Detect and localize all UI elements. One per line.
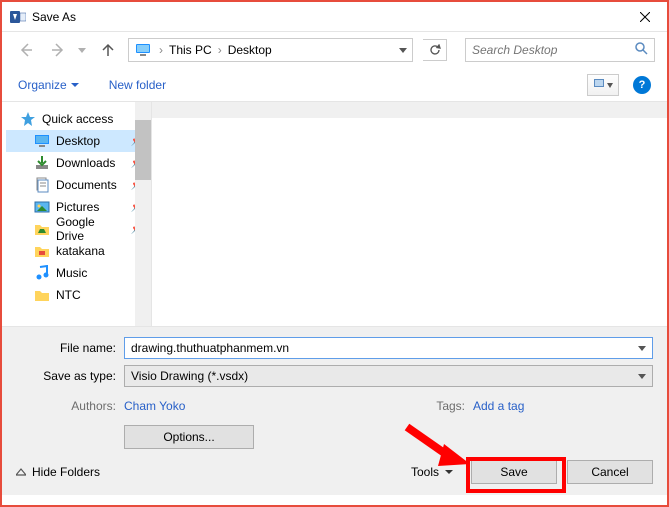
nav-back-button[interactable]	[14, 38, 38, 62]
visio-app-icon	[10, 9, 26, 25]
content-area: Quick access Desktop📌Downloads📌Documents…	[2, 102, 667, 326]
downloads-icon	[34, 155, 50, 171]
tree-item-ntc[interactable]: NTC	[6, 284, 147, 306]
authors-value[interactable]: Cham Yoko	[124, 399, 185, 413]
options-button[interactable]: Options...	[124, 425, 254, 449]
filename-input[interactable]	[131, 341, 638, 355]
tree-item-label: Downloads	[56, 156, 115, 170]
pictures-icon	[34, 199, 50, 215]
form-area: File name: Save as type: Visio Drawing (…	[2, 326, 667, 449]
type-label: Save as type:	[16, 369, 124, 383]
folder-k-icon	[34, 243, 50, 259]
folder-icon	[34, 287, 50, 303]
cancel-button[interactable]: Cancel	[567, 460, 653, 484]
nav-tree: Quick access Desktop📌Downloads📌Documents…	[2, 102, 152, 326]
star-icon	[20, 111, 36, 127]
new-folder-button[interactable]: New folder	[109, 78, 166, 92]
nav-history-dropdown[interactable]	[78, 43, 86, 57]
view-options-button[interactable]	[587, 74, 619, 96]
file-list[interactable]	[152, 102, 667, 326]
tags-value[interactable]: Add a tag	[473, 399, 653, 413]
tree-item-music[interactable]: Music	[6, 262, 147, 284]
tree-item-katakana[interactable]: katakana	[6, 240, 147, 262]
breadcrumb-current[interactable]: Desktop	[224, 39, 276, 61]
type-field[interactable]: Visio Drawing (*.vsdx)	[124, 365, 653, 387]
breadcrumb-root[interactable]: This PC	[165, 39, 216, 61]
nav-up-button[interactable]	[96, 38, 120, 62]
tree-item-label: Documents	[56, 178, 117, 192]
toolbar: Organize New folder ?	[2, 68, 667, 102]
nav-forward-button[interactable]	[46, 38, 70, 62]
tree-item-desktop[interactable]: Desktop📌	[6, 130, 147, 152]
organize-menu[interactable]: Organize	[18, 78, 79, 92]
search-input[interactable]	[472, 43, 631, 57]
tree-scrollbar[interactable]	[135, 102, 151, 326]
type-value: Visio Drawing (*.vsdx)	[131, 369, 248, 383]
documents-icon	[34, 177, 50, 193]
filename-dropdown[interactable]	[638, 341, 646, 355]
tools-menu[interactable]: Tools	[411, 465, 453, 479]
search-box[interactable]	[465, 38, 655, 62]
chevron-right-icon: ›	[157, 43, 165, 57]
hide-folders-button[interactable]: Hide Folders	[16, 465, 100, 479]
tree-item-label: Music	[56, 266, 87, 280]
desktop-icon	[34, 133, 50, 149]
chevron-right-icon: ›	[216, 43, 224, 57]
help-button[interactable]: ?	[633, 76, 651, 94]
address-bar[interactable]: › This PC › Desktop	[128, 38, 413, 62]
type-dropdown[interactable]	[638, 369, 646, 383]
titlebar: Save As	[2, 2, 667, 32]
filename-field[interactable]	[124, 337, 653, 359]
tree-quick-access[interactable]: Quick access	[20, 108, 147, 130]
tree-item-label: Desktop	[56, 134, 100, 148]
close-button[interactable]	[625, 3, 665, 31]
tree-item-google-drive[interactable]: Google Drive📌	[6, 218, 147, 240]
address-dropdown[interactable]	[394, 39, 412, 61]
folder-gd-icon	[34, 221, 50, 237]
search-icon	[635, 42, 648, 58]
thispc-icon	[135, 42, 151, 58]
authors-label: Authors:	[16, 399, 124, 413]
tree-item-label: katakana	[56, 244, 105, 258]
tree-item-documents[interactable]: Documents📌	[6, 174, 147, 196]
window-title: Save As	[32, 10, 625, 24]
save-button[interactable]: Save	[471, 460, 557, 484]
bottom-bar: Hide Folders Tools Save Cancel	[2, 449, 667, 495]
file-scrollbar[interactable]	[152, 102, 667, 118]
nav-bar: › This PC › Desktop	[2, 32, 667, 68]
tags-label: Tags:	[436, 399, 473, 413]
filename-label: File name:	[16, 341, 124, 355]
tree-item-label: Pictures	[56, 200, 99, 214]
tree-item-downloads[interactable]: Downloads📌	[6, 152, 147, 174]
tree-item-label: Google Drive	[56, 215, 125, 243]
refresh-button[interactable]	[423, 39, 447, 61]
tree-item-label: NTC	[56, 288, 81, 302]
music-icon	[34, 265, 50, 281]
